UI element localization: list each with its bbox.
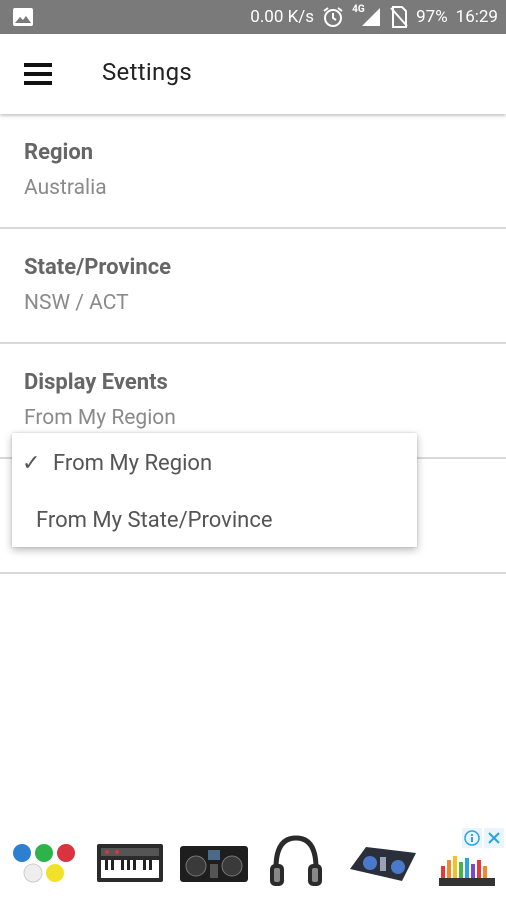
dj-mixer-product[interactable] xyxy=(344,832,420,894)
no-sim-icon xyxy=(390,6,408,28)
midi-keyboard-product[interactable] xyxy=(92,832,168,894)
dj-mixer-image xyxy=(350,847,416,881)
ad-banner[interactable] xyxy=(0,826,506,900)
headphones-image xyxy=(270,835,322,886)
ad-close-icon[interactable] xyxy=(484,828,504,848)
battery-level: 97% xyxy=(416,7,448,27)
checkmark-icon: ✓ xyxy=(22,451,41,476)
adchoices-info-icon[interactable] xyxy=(462,828,482,848)
pref-title: State/Province xyxy=(24,255,172,280)
region-preference[interactable]: Region Australia xyxy=(0,114,506,229)
ad-badges xyxy=(462,828,504,848)
option-from-my-state-province[interactable]: From My State/Province xyxy=(12,492,417,549)
network-speed: 0.00 K/s xyxy=(250,7,315,27)
status-indicators: 0.00 K/s 4G 97% 16:29 xyxy=(250,0,498,34)
page-title: Settings xyxy=(102,58,193,86)
pref-value: From My Region xyxy=(24,406,176,430)
pref-value: Australia xyxy=(24,176,107,200)
option-from-my-region[interactable]: ✓ From My Region xyxy=(12,435,417,492)
display-events-dropdown: ✓ From My Region From My State/Province xyxy=(12,433,417,547)
option-label: From My Region xyxy=(53,451,213,476)
color-buttons-image xyxy=(13,844,75,883)
pref-value: NSW / ACT xyxy=(24,291,129,315)
midi-keyboard-image xyxy=(97,844,163,882)
hamburger-menu-icon xyxy=(24,63,52,85)
store-logo-image xyxy=(439,856,495,886)
headphones-product[interactable] xyxy=(258,832,334,894)
option-label: From My State/Province xyxy=(36,508,273,533)
music-store-logo[interactable] xyxy=(432,844,502,892)
info-icon xyxy=(464,830,480,846)
menu-button[interactable] xyxy=(14,52,62,96)
dj-controller-product[interactable] xyxy=(176,832,252,894)
color-buttons-product[interactable] xyxy=(6,832,82,894)
pref-title: Region xyxy=(24,140,94,165)
dj-controller-image xyxy=(180,846,248,882)
state-province-preference[interactable]: State/Province NSW / ACT xyxy=(0,229,506,344)
signal-icon xyxy=(362,8,381,26)
app-bar: Settings xyxy=(0,34,506,114)
status-bar: 0.00 K/s 4G 97% 16:29 xyxy=(0,0,506,34)
clock: 16:29 xyxy=(455,7,498,27)
alarm-icon xyxy=(323,7,343,27)
close-icon xyxy=(488,832,500,844)
signal-indicator: 4G xyxy=(352,4,382,28)
pref-title: Display Events xyxy=(24,370,168,395)
image-icon xyxy=(13,8,33,26)
